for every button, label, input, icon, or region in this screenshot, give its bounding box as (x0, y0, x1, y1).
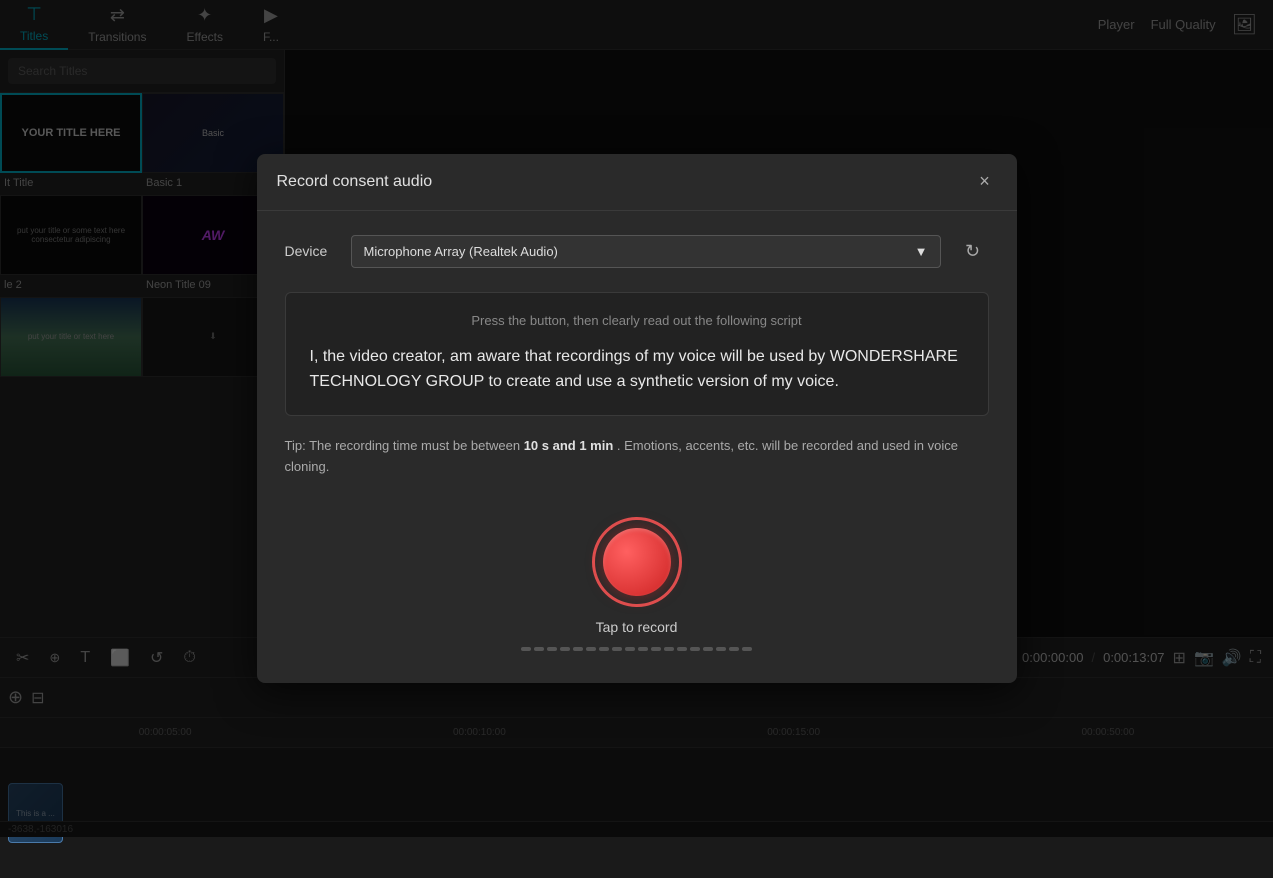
record-area: Tap to record (285, 517, 989, 659)
modal-close-button[interactable]: × (973, 170, 997, 194)
progress-segment (573, 647, 583, 651)
progress-segment (534, 647, 544, 651)
chevron-down-icon: ▼ (915, 244, 928, 259)
tip-text: Tip: The recording time must be between … (285, 436, 989, 478)
record-button-inner (603, 528, 671, 596)
progress-segment (742, 647, 752, 651)
progress-segment (547, 647, 557, 651)
progress-segment (716, 647, 726, 651)
refresh-icon: ↻ (965, 241, 980, 262)
record-consent-modal: Record consent audio × Device Microphone… (257, 154, 1017, 684)
progress-segment (664, 647, 674, 651)
tip-bold: 10 s and 1 min (524, 438, 614, 453)
progress-segment (599, 647, 609, 651)
modal-header: Record consent audio × (257, 154, 1017, 211)
progress-segment (638, 647, 648, 651)
progress-segment (612, 647, 622, 651)
progress-segment (703, 647, 713, 651)
script-text: I, the video creator, am aware that reco… (310, 344, 964, 395)
record-label: Tap to record (596, 619, 678, 635)
device-refresh-button[interactable]: ↻ (957, 235, 989, 267)
record-progress (521, 647, 752, 651)
record-button[interactable] (592, 517, 682, 607)
progress-segment (625, 647, 635, 651)
modal-title: Record consent audio (277, 173, 433, 191)
device-row: Device Microphone Array (Realtek Audio) … (285, 235, 989, 268)
progress-segment (677, 647, 687, 651)
progress-segment (521, 647, 531, 651)
modal-overlay: Record consent audio × Device Microphone… (0, 0, 1273, 837)
progress-segment (651, 647, 661, 651)
modal-body: Device Microphone Array (Realtek Audio) … (257, 211, 1017, 684)
progress-segment (690, 647, 700, 651)
device-value: Microphone Array (Realtek Audio) (364, 244, 558, 259)
progress-segment (729, 647, 739, 651)
tip-prefix: Tip: The recording time must be between (285, 438, 524, 453)
progress-segment (586, 647, 596, 651)
device-select-dropdown[interactable]: Microphone Array (Realtek Audio) ▼ (351, 235, 941, 268)
device-label: Device (285, 243, 335, 259)
script-hint: Press the button, then clearly read out … (310, 313, 964, 328)
progress-segment (560, 647, 570, 651)
script-box: Press the button, then clearly read out … (285, 292, 989, 416)
